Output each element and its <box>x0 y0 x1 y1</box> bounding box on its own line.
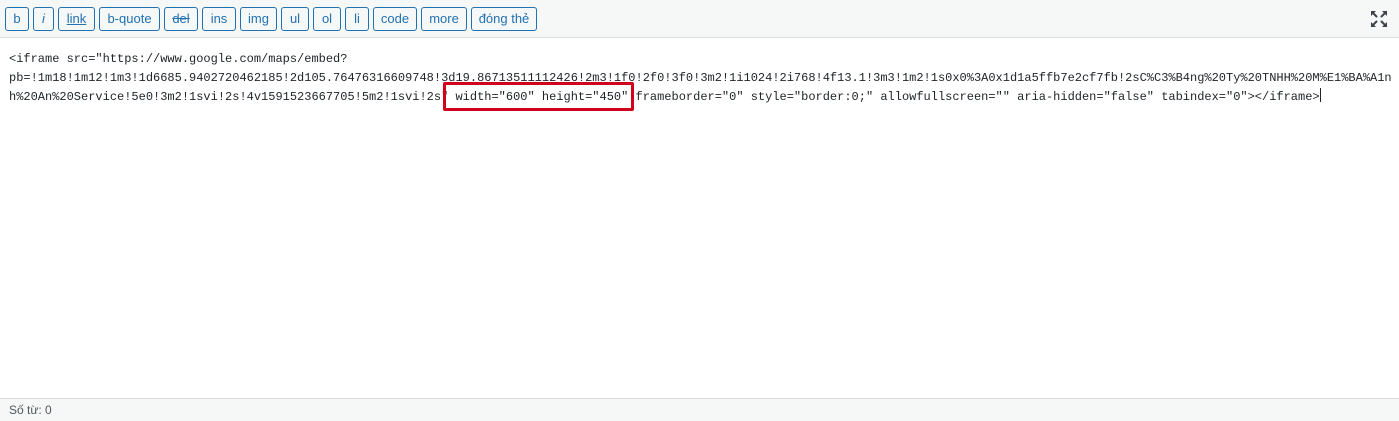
code-line-3: h%20An%20Service!5e0!3m2!1svi!2s!4v15915… <box>9 88 1389 107</box>
status-bar: Số từ: 0 <box>0 398 1399 421</box>
img-button[interactable]: img <box>240 7 277 31</box>
italic-button[interactable]: i <box>33 7 54 31</box>
code-button[interactable]: code <box>373 7 417 31</box>
text-editor: b i link b-quote del ins img ul ol li co… <box>0 0 1399 421</box>
link-button[interactable]: link <box>58 7 95 31</box>
fullscreen-button[interactable] <box>1369 9 1389 29</box>
ol-button[interactable]: ol <box>313 7 341 31</box>
text-caret <box>1319 88 1321 102</box>
bold-button[interactable]: b <box>5 7 29 31</box>
close-tags-button[interactable]: đóng thẻ <box>471 7 537 31</box>
word-count: Số từ: 0 <box>9 403 52 417</box>
more-button[interactable]: more <box>421 7 467 31</box>
code-line-2: pb=!1m18!1m12!1m3!1d6685.9402720462185!2… <box>9 71 1392 85</box>
blockquote-button[interactable]: b-quote <box>99 7 160 31</box>
code-line-1: <iframe src="https://www.google.com/maps… <box>9 52 348 66</box>
fullscreen-icon <box>1371 11 1387 27</box>
ul-button[interactable]: ul <box>281 7 309 31</box>
quicktags-toolbar: b i link b-quote del ins img ul ol li co… <box>0 0 1399 38</box>
code-line-3-text: h%20An%20Service!5e0!3m2!1svi!2s!4v15915… <box>9 90 1320 104</box>
code-textarea[interactable]: <iframe src="https://www.google.com/maps… <box>0 38 1399 398</box>
del-button[interactable]: del <box>164 7 198 31</box>
li-button[interactable]: li <box>345 7 369 31</box>
ins-button[interactable]: ins <box>202 7 236 31</box>
